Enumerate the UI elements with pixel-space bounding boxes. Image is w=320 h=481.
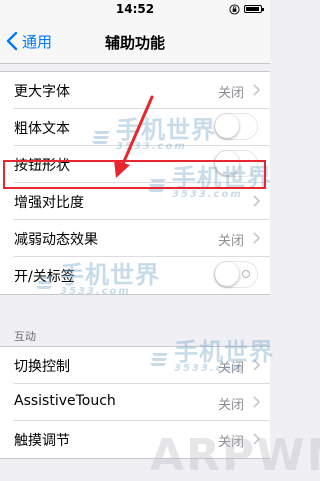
chevron-right-icon (253, 195, 260, 207)
navigation-bar: 通用 辅助功能 (0, 20, 270, 64)
row-label: AssistiveTouch (14, 393, 116, 409)
row-touch-accommodations[interactable]: 触摸调节 关闭 (0, 421, 270, 458)
row-value: 关闭 (217, 361, 244, 376)
row-label: 开/关标签 (14, 269, 75, 285)
row-value: 关闭 (217, 398, 244, 413)
chevron-right-icon (253, 359, 260, 371)
row-value: 关闭 (217, 435, 244, 450)
rotation-lock-icon (229, 4, 240, 15)
section-header-interaction: 互动 (14, 330, 36, 343)
on-off-labels-toggle[interactable] (214, 261, 258, 288)
status-bar: 14:52 (0, 0, 270, 20)
row-value: 关闭 (217, 86, 244, 101)
row-reduce-motion[interactable]: 减弱动态效果 关闭 (0, 220, 270, 257)
row-larger-text[interactable]: 更大字体 关闭 (0, 72, 270, 109)
row-label: 减弱动态效果 (14, 232, 98, 248)
bold-text-toggle[interactable] (214, 113, 258, 140)
row-label: 粗体文本 (14, 121, 70, 137)
row-increase-contrast[interactable]: 增强对比度 (0, 183, 270, 220)
row-label: 切换控制 (14, 359, 70, 375)
chevron-right-icon (253, 84, 260, 96)
row-on-off-labels[interactable]: 开/关标签 (0, 257, 270, 294)
display-settings-group: 更大字体 关闭 粗体文本 按钮形状 增强对比度 减弱动态效果 关闭 开/关标签 (0, 71, 270, 295)
off-label-icon (242, 270, 250, 278)
row-switch-control[interactable]: 切换控制 关闭 (0, 347, 270, 384)
row-button-shapes[interactable]: 按钮形状 (0, 146, 270, 183)
battery-icon (244, 5, 264, 13)
page-title: 辅助功能 (104, 34, 165, 52)
chevron-right-icon (253, 396, 260, 408)
button-shapes-toggle[interactable] (214, 150, 258, 177)
chevron-right-icon (253, 232, 260, 244)
interaction-settings-group: 切换控制 关闭 AssistiveTouch 关闭 触摸调节 关闭 (0, 346, 270, 459)
row-label: 更大字体 (14, 84, 70, 100)
row-bold-text[interactable]: 粗体文本 (0, 109, 270, 146)
row-value: 关闭 (217, 234, 244, 249)
row-assistivetouch[interactable]: AssistiveTouch 关闭 (0, 384, 270, 421)
row-label: 增强对比度 (14, 195, 84, 211)
row-label: 触摸调节 (14, 433, 70, 449)
chevron-right-icon (253, 433, 260, 445)
row-label: 按钮形状 (14, 158, 70, 174)
